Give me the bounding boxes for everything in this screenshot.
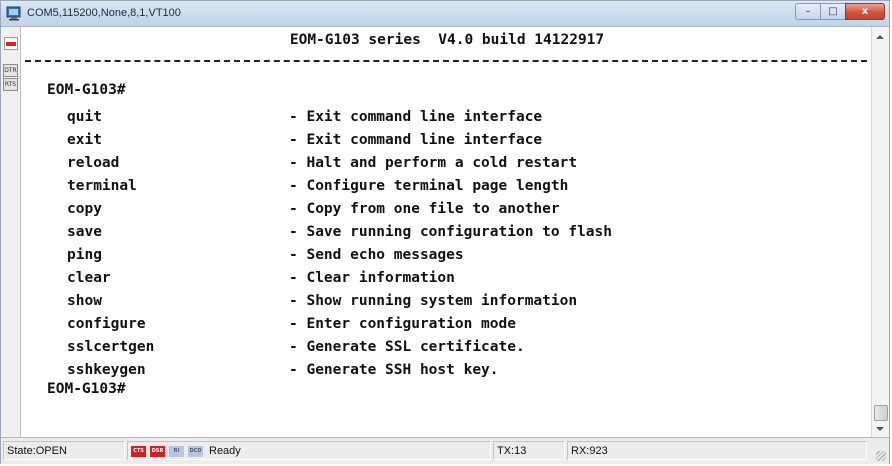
command-row: exit - Exit command line interface	[67, 130, 867, 153]
connection-indicator-icon[interactable]	[4, 37, 18, 50]
command-description: - Halt and perform a cold restart	[289, 155, 578, 171]
terminal-app-icon	[6, 6, 21, 21]
rts-toggle-button[interactable]: RTS	[3, 78, 18, 91]
close-button[interactable]: x	[845, 3, 885, 20]
command-row: sslcertgen - Generate SSL certificate.	[67, 337, 867, 360]
title-bar[interactable]: COM5,115200,None,8,1,VT100 – □ x	[1, 1, 889, 27]
command-description: - Copy from one file to another	[289, 201, 560, 217]
dsr-led-icon: DSR	[150, 446, 165, 457]
command-description: - Exit command line interface	[289, 109, 543, 125]
command-row: quit - Exit command line interface	[67, 107, 867, 130]
close-icon: x	[861, 6, 869, 17]
maximize-button[interactable]: □	[820, 3, 846, 20]
terminal-header: EOM-G103 series V4.0 build 14122917	[289, 32, 605, 48]
dtr-toggle-button[interactable]: DTR	[3, 64, 18, 77]
command-list: quit - Exit command line interface exit - …	[67, 107, 867, 383]
command-name: ping	[67, 247, 102, 263]
command-description: - Send echo messages	[289, 247, 464, 263]
command-row: copy - Copy from one file to another	[67, 199, 867, 222]
command-description: - Clear information	[289, 270, 455, 286]
cts-led-icon: CTS	[131, 446, 146, 457]
command-name: exit	[67, 132, 102, 148]
dcd-led-icon: DCD	[188, 446, 203, 457]
scrollbar-thumb[interactable]	[874, 405, 888, 421]
dashed-divider	[25, 60, 867, 62]
status-bar: State:OPEN CTS DSR RI DCD Ready TX:13 RX:923	[1, 437, 889, 464]
command-row: show - Show running system information	[67, 291, 867, 314]
rx-counter: RX:923	[567, 441, 867, 460]
command-row: save - Save running configuration to flas…	[67, 222, 867, 245]
command-description: - Enter configuration mode	[289, 316, 516, 332]
command-name: clear	[67, 270, 111, 286]
caption-buttons: – □ x	[795, 3, 885, 21]
terminal-window: COM5,115200,None,8,1,VT100 – □ x DTR RTS…	[0, 0, 890, 464]
minimize-button[interactable]: –	[795, 3, 821, 20]
ri-led-icon: RI	[169, 446, 184, 457]
command-prompt: EOM-G103#	[47, 82, 126, 98]
minimize-icon: –	[805, 6, 811, 17]
status-text: Ready	[209, 445, 241, 457]
command-name: reload	[67, 155, 120, 171]
command-name: show	[67, 293, 102, 309]
maximize-icon: □	[828, 6, 838, 17]
command-row: sshkeygen - Generate SSH host key.	[67, 360, 867, 383]
command-row: clear - Clear information	[67, 268, 867, 291]
command-description: - Show running system information	[289, 293, 578, 309]
signal-strip: DTR RTS	[1, 27, 21, 437]
connection-state: State:OPEN	[3, 441, 125, 460]
command-row: configure - Enter configuration mode	[67, 314, 867, 337]
command-name: terminal	[67, 178, 137, 194]
tx-counter: TX:13	[493, 441, 565, 460]
command-name: copy	[67, 201, 102, 217]
command-name: save	[67, 224, 102, 240]
command-description: - Configure terminal page length	[289, 178, 569, 194]
command-prompt-current: EOM-G103#	[47, 381, 126, 397]
scroll-down-icon[interactable]	[876, 427, 884, 431]
command-description: - Save running configuration to flash	[289, 224, 613, 240]
command-name: quit	[67, 109, 102, 125]
window-title: COM5,115200,None,8,1,VT100	[27, 7, 181, 19]
signal-leds: CTS DSR RI DCD Ready	[127, 441, 491, 460]
command-row: terminal - Configure terminal page length	[67, 176, 867, 199]
command-description: - Exit command line interface	[289, 132, 543, 148]
scroll-up-icon[interactable]	[876, 35, 884, 39]
command-row: reload - Halt and perform a cold restart	[67, 153, 867, 176]
terminal-screen[interactable]: EOM-G103 series V4.0 build 14122917 EOM-…	[21, 27, 873, 437]
command-name: sshkeygen	[67, 362, 146, 378]
command-row: ping - Send echo messages	[67, 245, 867, 268]
command-description: - Generate SSH host key.	[289, 362, 499, 378]
command-name: sslcertgen	[67, 339, 155, 355]
command-name: configure	[67, 316, 146, 332]
vertical-scrollbar[interactable]	[871, 27, 889, 437]
command-description: - Generate SSL certificate.	[289, 339, 525, 355]
resize-grip-icon[interactable]	[876, 451, 886, 461]
